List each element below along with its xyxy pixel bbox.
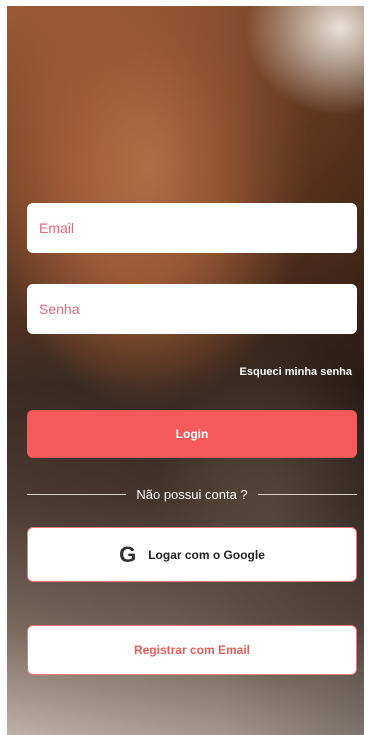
divider-line-left	[27, 493, 127, 495]
login-button[interactable]: Login	[27, 410, 357, 458]
google-icon: G	[119, 541, 137, 567]
password-field[interactable]	[27, 284, 357, 334]
google-login-label: Logar com o Google	[148, 547, 265, 562]
divider-line-right	[257, 493, 358, 495]
register-email-label: Registrar com Email	[133, 643, 251, 657]
forgot-password-link[interactable]: Esqueci minha senha	[240, 366, 352, 378]
login-screen: Esqueci minha senha Login Não possui con…	[7, 6, 364, 735]
email-input[interactable]	[37, 219, 357, 237]
email-field[interactable]	[27, 203, 357, 253]
background-highlight	[244, 6, 364, 116]
google-login-button[interactable]: G Logar com o Google	[27, 527, 357, 582]
divider-text: Não possui conta ?	[136, 486, 248, 502]
register-email-button[interactable]: Registrar com Email	[27, 625, 357, 675]
divider: Não possui conta ?	[27, 484, 358, 504]
password-input[interactable]	[37, 300, 357, 318]
